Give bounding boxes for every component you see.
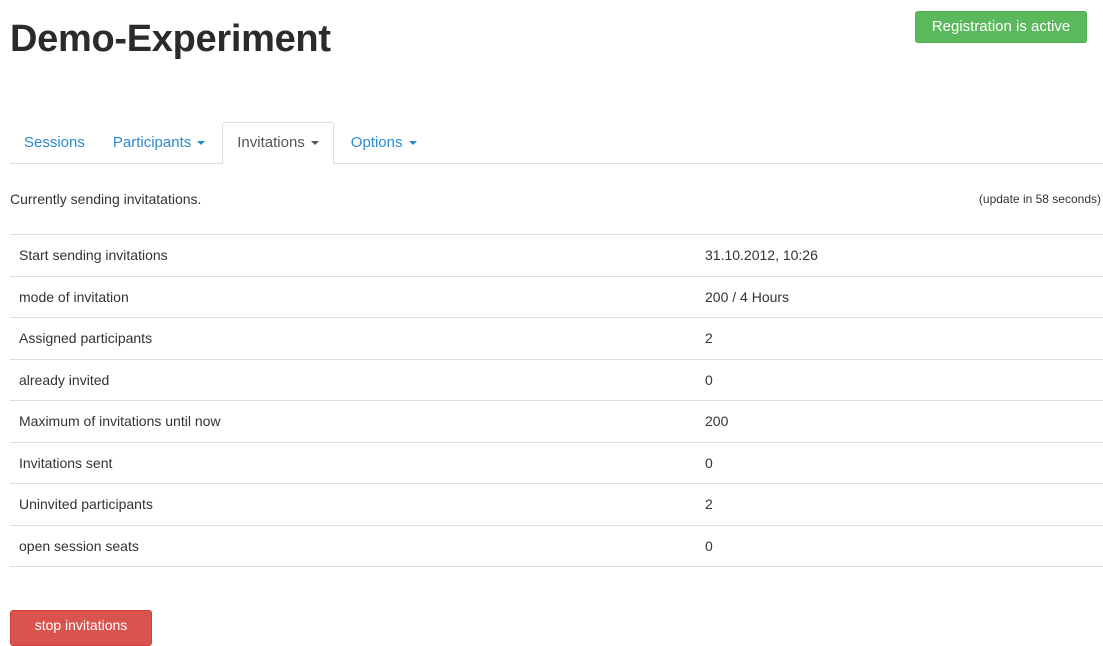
row-value: 31.10.2012, 10:26 — [705, 247, 818, 264]
row-label: mode of invitation — [19, 288, 129, 305]
table-row: open session seats 0 — [10, 525, 1103, 567]
caret-down-icon — [197, 141, 206, 146]
sending-status-text: Currently sending invitatations. — [10, 191, 202, 207]
row-label: already invited — [19, 371, 110, 388]
row-value: 200 / 4 Hours — [705, 288, 790, 305]
row-label: Invitations sent — [19, 454, 113, 471]
table-row: Uninvited participants 2 — [10, 484, 1103, 525]
invitation-info-table: Start sending invitations 31.10.2012, 10… — [10, 234, 1103, 567]
row-label: Maximum of invitations until now — [19, 413, 221, 430]
row-label: Uninvited participants — [19, 496, 153, 513]
update-countdown: (update in 58 seconds) — [978, 192, 1101, 206]
tab-label: Invitations — [237, 134, 305, 151]
table-row: Maximum of invitations until now 200 — [10, 401, 1103, 442]
tab-label: Sessions — [24, 134, 85, 151]
table-row: mode of invitation 200 / 4 Hours — [10, 276, 1103, 318]
table-row: Assigned participants 2 — [10, 318, 1103, 359]
row-value: 0 — [705, 454, 713, 471]
tab-options[interactable]: Options — [337, 122, 431, 163]
row-value: 0 — [705, 537, 713, 554]
page-title: Demo-Experiment — [10, 18, 331, 60]
row-label: Assigned participants — [19, 330, 153, 347]
row-value: 2 — [705, 330, 713, 347]
row-value: 2 — [705, 496, 713, 513]
table-row: Invitations sent 0 — [10, 442, 1103, 484]
table-row: already invited 0 — [10, 359, 1103, 401]
caret-down-icon — [408, 141, 417, 146]
caret-down-icon — [310, 141, 319, 146]
row-label: Start sending invitations — [19, 247, 168, 264]
row-label: open session seats — [19, 537, 139, 554]
row-value: 0 — [705, 371, 713, 388]
experiment-tabs: Sessions Participants Invitations Option… — [10, 122, 1103, 164]
tab-label: Options — [350, 134, 403, 151]
stop-invitations-button[interactable]: stop invitations — [10, 610, 152, 646]
row-value: 200 — [705, 413, 729, 430]
tab-sessions[interactable]: Sessions — [10, 122, 99, 163]
registration-status-badge[interactable]: Registration is active — [915, 11, 1087, 43]
tab-label: Participants — [112, 134, 192, 151]
tab-invitations[interactable]: Invitations — [222, 122, 334, 164]
tab-participants[interactable]: Participants — [99, 122, 219, 163]
table-row: Start sending invitations 31.10.2012, 10… — [10, 235, 1103, 276]
